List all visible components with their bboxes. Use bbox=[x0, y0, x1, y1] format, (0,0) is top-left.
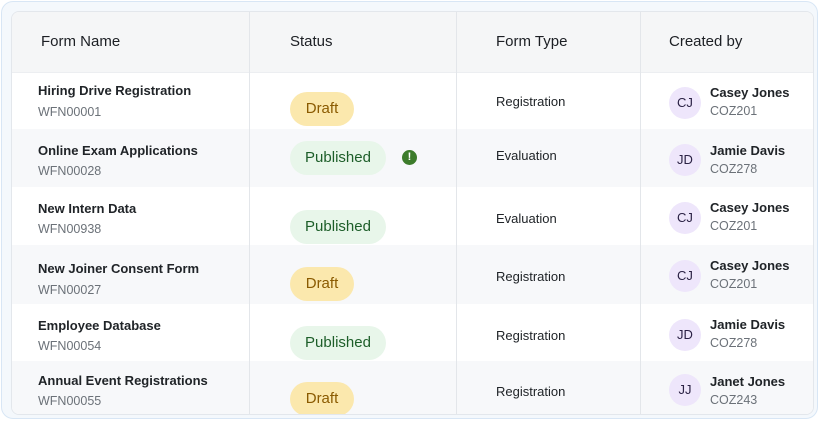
form-type: Evaluation bbox=[496, 148, 557, 163]
status-badge: Draft bbox=[290, 92, 354, 126]
form-type: Registration bbox=[496, 94, 566, 109]
table-row[interactable]: Online Exam Applications WFN00028 Publis… bbox=[12, 129, 813, 187]
column-divider bbox=[640, 12, 641, 414]
status-badge: Published bbox=[290, 141, 386, 175]
creator-name: Casey Jones bbox=[710, 85, 790, 100]
creator-code: COZ278 bbox=[710, 336, 758, 350]
form-name[interactable]: Employee Database bbox=[38, 318, 161, 333]
table-row[interactable]: Annual Event Registrations WFN00055 Draf… bbox=[12, 361, 813, 414]
table-frame: Form Name Status Form Type Created by Hi… bbox=[1, 1, 818, 419]
form-name[interactable]: New Intern Data bbox=[38, 201, 136, 216]
form-id: WFN00054 bbox=[38, 339, 102, 353]
avatar: JD bbox=[669, 319, 701, 351]
form-type: Registration bbox=[496, 328, 566, 343]
creator-code: COZ201 bbox=[710, 277, 758, 291]
form-id: WFN00027 bbox=[38, 283, 102, 297]
forms-table: Form Name Status Form Type Created by Hi… bbox=[11, 11, 814, 415]
table-row[interactable]: New Intern Data WFN00938 Published Evalu… bbox=[12, 187, 813, 245]
column-divider bbox=[249, 12, 250, 414]
status-badge: Published bbox=[290, 326, 386, 360]
header-form-name[interactable]: Form Name bbox=[41, 12, 120, 72]
creator-name: Janet Jones bbox=[710, 374, 786, 389]
form-name[interactable]: Annual Event Registrations bbox=[38, 373, 208, 388]
form-name[interactable]: Hiring Drive Registration bbox=[38, 83, 191, 98]
form-id: WFN00001 bbox=[38, 105, 102, 119]
creator-name: Casey Jones bbox=[710, 200, 790, 215]
header-status[interactable]: Status bbox=[290, 12, 333, 72]
column-divider bbox=[456, 12, 457, 414]
warning-icon[interactable]: ! bbox=[402, 150, 417, 165]
form-type: Registration bbox=[496, 384, 566, 399]
avatar: CJ bbox=[669, 260, 701, 292]
form-name[interactable]: New Joiner Consent Form bbox=[38, 261, 199, 276]
form-type: Evaluation bbox=[496, 211, 557, 226]
creator-code: COZ201 bbox=[710, 104, 758, 118]
form-id: WFN00055 bbox=[38, 394, 102, 408]
form-type: Registration bbox=[496, 269, 566, 284]
table-row[interactable]: Hiring Drive Registration WFN00001 Draft… bbox=[12, 72, 813, 129]
creator-name: Casey Jones bbox=[710, 258, 790, 273]
table-row[interactable]: Employee Database WFN00054 Published Reg… bbox=[12, 304, 813, 361]
status-badge: Published bbox=[290, 210, 386, 244]
header-created-by[interactable]: Created by bbox=[669, 12, 742, 72]
header-form-type[interactable]: Form Type bbox=[496, 12, 567, 72]
status-badge: Draft bbox=[290, 382, 354, 414]
creator-code: COZ278 bbox=[710, 162, 758, 176]
creator-name: Jamie Davis bbox=[710, 143, 786, 158]
avatar: CJ bbox=[669, 87, 701, 119]
form-id: WFN00938 bbox=[38, 222, 102, 236]
creator-code: COZ243 bbox=[710, 393, 758, 407]
form-id: WFN00028 bbox=[38, 164, 102, 178]
table-header: Form Name Status Form Type Created by bbox=[12, 12, 813, 73]
status-badge: Draft bbox=[290, 267, 354, 301]
creator-code: COZ201 bbox=[710, 219, 758, 233]
avatar: CJ bbox=[669, 202, 701, 234]
avatar: JJ bbox=[669, 374, 701, 406]
avatar: JD bbox=[669, 144, 701, 176]
form-name[interactable]: Online Exam Applications bbox=[38, 143, 198, 158]
creator-name: Jamie Davis bbox=[710, 317, 786, 332]
table-row[interactable]: New Joiner Consent Form WFN00027 Draft R… bbox=[12, 245, 813, 304]
